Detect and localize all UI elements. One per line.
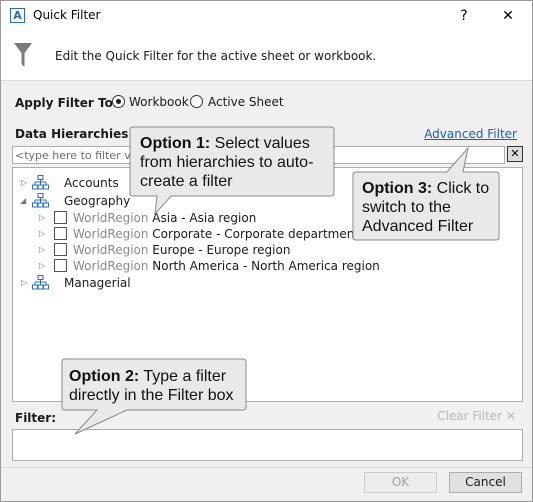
tree-item-europe[interactable]: ▷ WorldRegion Europe - Europe region bbox=[13, 242, 413, 258]
funnel-icon bbox=[14, 43, 32, 67]
callout-option3-title: Option 3: bbox=[362, 180, 433, 197]
expand-arrow-icon[interactable]: ▷ bbox=[39, 245, 47, 255]
hierarchy-icon bbox=[32, 275, 49, 290]
title-bar: A Quick Filter ? ✕ bbox=[1, 1, 532, 31]
clear-filter-button[interactable]: Clear Filter ✕ bbox=[437, 409, 516, 423]
expand-arrow-icon[interactable]: ▷ bbox=[39, 213, 47, 223]
window-title: Quick Filter bbox=[33, 8, 101, 22]
callout-option2-title: Option 2: bbox=[69, 368, 140, 385]
member-label: Corporate - Corporate departments bbox=[152, 227, 366, 241]
filter-label: Filter: bbox=[15, 411, 57, 425]
callout-option3: Option 3: Click to switch to the Advance… bbox=[352, 146, 502, 242]
hierarchy-icon bbox=[32, 193, 49, 208]
tree-item-managerial[interactable]: ▷ Managerial bbox=[13, 275, 213, 291]
expand-arrow-icon[interactable]: ▷ bbox=[39, 229, 47, 239]
apply-filter-label: Apply Filter To: bbox=[15, 96, 118, 110]
footer-divider bbox=[1, 467, 532, 468]
callout-option2: Option 2: Type a filter directly in the … bbox=[61, 358, 247, 436]
active-sheet-radio-label[interactable]: Active Sheet bbox=[208, 95, 284, 109]
expand-arrow-icon[interactable]: ▷ bbox=[21, 178, 29, 188]
workbook-radio-label[interactable]: Workbook bbox=[129, 95, 189, 109]
close-button[interactable]: ✕ bbox=[495, 5, 521, 27]
expand-arrow-icon[interactable]: ▷ bbox=[39, 261, 47, 271]
member-type-label: WorldRegion bbox=[73, 243, 149, 257]
callout-option1: Option 1: Select values from hierarchies… bbox=[129, 126, 335, 216]
tree-item-north-america[interactable]: ▷ WorldRegion North America - North Amer… bbox=[13, 258, 413, 274]
dialog-header: Edit the Quick Filter for the active she… bbox=[1, 31, 532, 81]
collapse-arrow-icon[interactable]: ◢ bbox=[20, 196, 28, 206]
tree-item-label: Accounts bbox=[64, 176, 119, 190]
member-label: North America - North America region bbox=[152, 259, 380, 273]
app-icon: A bbox=[10, 8, 25, 23]
member-type-label: WorldRegion bbox=[73, 259, 149, 273]
active-sheet-radio[interactable] bbox=[190, 95, 203, 108]
cancel-button[interactable]: Cancel bbox=[449, 472, 522, 493]
help-button[interactable]: ? bbox=[452, 5, 476, 27]
data-hierarchies-label: Data Hierarchies bbox=[15, 127, 129, 141]
ok-button[interactable]: OK bbox=[364, 472, 437, 493]
member-type-label: WorldRegion bbox=[73, 227, 149, 241]
member-label: Europe - Europe region bbox=[152, 243, 291, 257]
hierarchy-icon bbox=[32, 175, 49, 190]
callout-option1-title: Option 1: bbox=[140, 135, 211, 152]
clear-search-button[interactable]: ✕ bbox=[507, 146, 523, 162]
north-america-checkbox[interactable] bbox=[54, 259, 67, 272]
corporate-checkbox[interactable] bbox=[54, 227, 67, 240]
asia-checkbox[interactable] bbox=[54, 211, 67, 224]
tree-item-label: Managerial bbox=[64, 276, 131, 290]
tree-item-label: Geography bbox=[64, 194, 131, 208]
expand-arrow-icon[interactable]: ▷ bbox=[21, 278, 29, 288]
advanced-filter-link[interactable]: Advanced Filter bbox=[424, 127, 517, 141]
header-description: Edit the Quick Filter for the active she… bbox=[55, 49, 377, 63]
workbook-radio[interactable] bbox=[112, 95, 125, 108]
europe-checkbox[interactable] bbox=[54, 243, 67, 256]
